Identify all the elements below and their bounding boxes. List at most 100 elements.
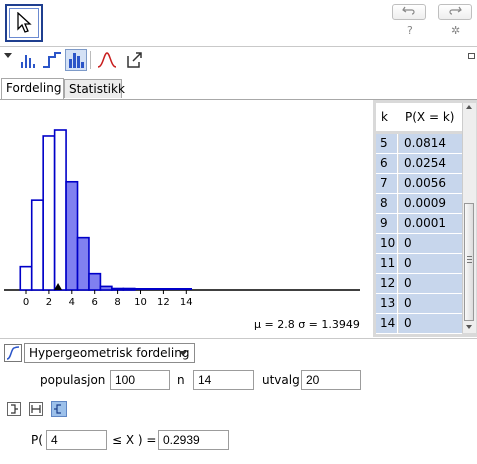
histogram-bar: [19, 265, 33, 291]
chevron-down-icon: [179, 351, 187, 356]
table-row[interactable]: 9 0.0001: [376, 214, 462, 234]
scroll-up-icon[interactable]: [466, 105, 472, 109]
utvalg-input[interactable]: [301, 370, 361, 390]
distribution-select-value: Hypergeometrisk fordeling: [29, 346, 190, 360]
histogram-button[interactable]: [65, 49, 87, 71]
right-bracket-icon: [54, 404, 61, 414]
redo-icon: [449, 6, 462, 15]
tab-fordeling[interactable]: Fordeling: [1, 78, 64, 99]
histogram-bar: [65, 180, 79, 291]
x-tick-label: 14: [180, 297, 193, 308]
table-row[interactable]: 5 0.0814: [376, 134, 462, 154]
histogram-bar: [53, 129, 67, 291]
view-toolbar: [0, 47, 477, 74]
histogram-bar: [30, 199, 44, 291]
probability-result: [158, 430, 229, 450]
step-graph-button[interactable]: [41, 49, 63, 71]
distribution-icon-button[interactable]: [4, 344, 22, 362]
distribution-graph[interactable]: 0 2 4 6 8 10 12 14 μ = 2.8 σ = 1.3949: [0, 100, 372, 337]
table-row[interactable]: 8 0.0009: [376, 194, 462, 214]
table-header: k P(X = k): [376, 103, 462, 131]
distribution-curve-icon: [6, 346, 20, 360]
table-cell-probability: 0: [399, 274, 462, 293]
step-graph-icon: [43, 52, 61, 68]
histogram-icon: [69, 53, 84, 68]
interval-button[interactable]: [29, 402, 43, 416]
table-cell-k: 6: [376, 154, 398, 173]
histogram-bar: [111, 287, 125, 291]
table-cell-k: 7: [376, 174, 398, 193]
table-cell-probability: 0.0056: [399, 174, 462, 193]
tab-bar: Fordeling Statistikk: [0, 77, 477, 100]
move-tool-button[interactable]: [5, 4, 43, 42]
probability-operator: ≤ X ) =: [112, 433, 157, 447]
table-row[interactable]: 12 0: [376, 274, 462, 294]
table-cell-probability: 0: [399, 234, 462, 253]
x-tick-label: 0: [23, 297, 29, 308]
table-cell-k: 11: [376, 254, 398, 273]
n-label: n: [177, 373, 185, 387]
normal-overlay-button[interactable]: [96, 49, 118, 71]
controls-panel: Hypergeometrisk fordeling populasjon n u…: [0, 338, 477, 464]
histogram-chart[interactable]: 0 2 4 6 8 10 12 14 μ = 2.8 σ = 1.3949: [0, 100, 372, 337]
utvalg-label: utvalg: [262, 373, 300, 387]
probability-table: k P(X = k) 5 0.0814 6 0.0254 7 0.0056 8 0.0009 9…: [373, 100, 477, 337]
n-input[interactable]: [193, 370, 254, 390]
export-button[interactable]: [124, 49, 146, 71]
interval-bracket-icon: [31, 405, 41, 413]
table-cell-k: 14: [376, 314, 398, 333]
scroll-down-icon[interactable]: [466, 325, 472, 329]
gear-icon[interactable]: ✲: [451, 24, 460, 37]
undo-icon: [402, 6, 415, 15]
x-tick-label: 12: [157, 297, 170, 308]
table-row[interactable]: 6 0.0254: [376, 154, 462, 174]
collapse-triangle-icon[interactable]: [4, 53, 12, 58]
table-row[interactable]: 7 0.0056: [376, 174, 462, 194]
x-tick-label: 8: [114, 297, 120, 308]
populasjon-label: populasjon: [40, 373, 106, 387]
histogram-bar: [99, 285, 113, 291]
table-scrollbar[interactable]: [462, 103, 476, 333]
export-icon: [127, 52, 142, 68]
mean-sigma-label: μ = 2.8 σ = 1.3949: [254, 318, 360, 331]
table-cell-probability: 0.0814: [399, 134, 462, 153]
toolbar-separator: [90, 51, 91, 69]
table-cell-probability: 0.0009: [399, 194, 462, 213]
histogram-bar: [88, 272, 102, 291]
table-cell-k: 10: [376, 234, 398, 253]
cursor-arrow-icon: [17, 12, 32, 33]
table-row[interactable]: 11 0: [376, 254, 462, 274]
distribution-select[interactable]: Hypergeometrisk fordeling: [24, 343, 195, 363]
table-cell-k: 9: [376, 214, 398, 233]
scroll-thumb[interactable]: [464, 203, 474, 321]
table-row[interactable]: 13 0: [376, 294, 462, 314]
column-header-p: P(X = k): [405, 110, 455, 124]
bar-graph-button[interactable]: [17, 49, 39, 71]
table-row[interactable]: 14 0: [376, 314, 462, 334]
undo-button[interactable]: [392, 4, 426, 20]
x-tick-label: 4: [69, 297, 75, 308]
help-button[interactable]: ?: [407, 24, 413, 37]
table-cell-k: 12: [376, 274, 398, 293]
table-cell-k: 13: [376, 294, 398, 313]
histogram-bar: [76, 236, 90, 291]
right-sided-button[interactable]: [51, 401, 67, 417]
main-toolbar: ? ✲: [0, 0, 477, 47]
column-header-k: k: [381, 110, 388, 124]
left-bracket-icon: [11, 404, 18, 414]
left-sided-button[interactable]: [7, 402, 21, 416]
table-cell-probability: 0: [399, 254, 462, 273]
table-cell-probability: 0.0001: [399, 214, 462, 233]
bar-graph-icon: [21, 55, 35, 68]
table-row[interactable]: 10 0: [376, 234, 462, 254]
table-cell-probability: 0: [399, 294, 462, 313]
histogram-bar: [122, 287, 136, 291]
redo-button[interactable]: [438, 4, 472, 20]
table-cell-k: 8: [376, 194, 398, 213]
probability-prefix: P(: [31, 433, 43, 447]
lower-bound-input[interactable]: [46, 430, 107, 450]
maximize-icon[interactable]: [468, 53, 475, 59]
tab-statistikk[interactable]: Statistikk: [64, 79, 125, 98]
x-tick-label: 10: [134, 297, 147, 308]
populasjon-input[interactable]: [110, 370, 170, 390]
